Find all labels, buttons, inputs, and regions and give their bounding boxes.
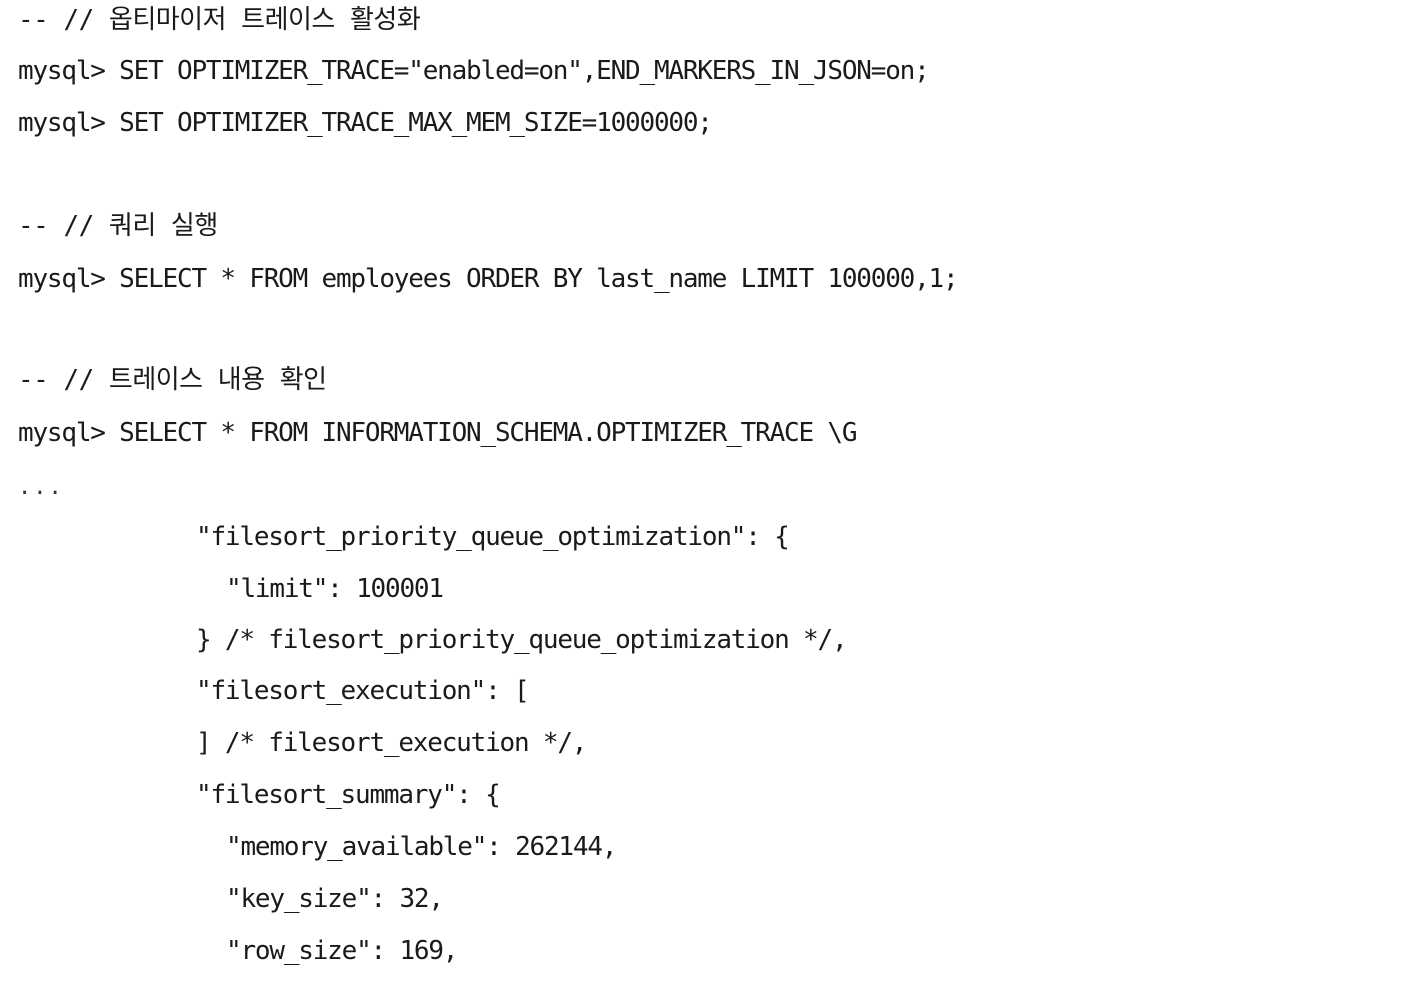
command-line-set-mem-size: mysql> SET OPTIMIZER_TRACE_MAX_MEM_SIZE=…	[18, 108, 713, 138]
output-line: "filesort_summary": {	[196, 780, 501, 810]
command-line-set-trace: mysql> SET OPTIMIZER_TRACE="enabled=on",…	[18, 56, 930, 86]
output-line: ] /* filesort_execution */,	[196, 728, 587, 758]
output-line: "row_size": 169,	[226, 936, 458, 966]
comment-line-enable-trace: -- // 옵티마이저 트레이스 활성화	[18, 5, 421, 35]
output-line: "key_size": 32,	[226, 884, 444, 914]
command-line-select-employees: mysql> SELECT * FROM employees ORDER BY …	[18, 264, 959, 294]
output-line: "filesort_execution": [	[196, 676, 530, 706]
output-ellipsis: ...	[18, 475, 64, 500]
comment-line-check-trace: -- // 트레이스 내용 확인	[18, 365, 327, 395]
output-line: "limit": 100001	[226, 574, 444, 604]
output-line: "filesort_priority_queue_optimization": …	[196, 522, 790, 552]
comment-line-run-query: -- // 쿼리 실행	[18, 211, 218, 241]
command-line-select-trace: mysql> SELECT * FROM INFORMATION_SCHEMA.…	[18, 418, 857, 448]
terminal-output: -- // 옵티마이저 트레이스 활성화 mysql> SET OPTIMIZE…	[0, 0, 1428, 1002]
output-line: "memory_available": 262144,	[226, 832, 617, 862]
output-line: } /* filesort_priority_queue_optimizatio…	[196, 625, 848, 655]
